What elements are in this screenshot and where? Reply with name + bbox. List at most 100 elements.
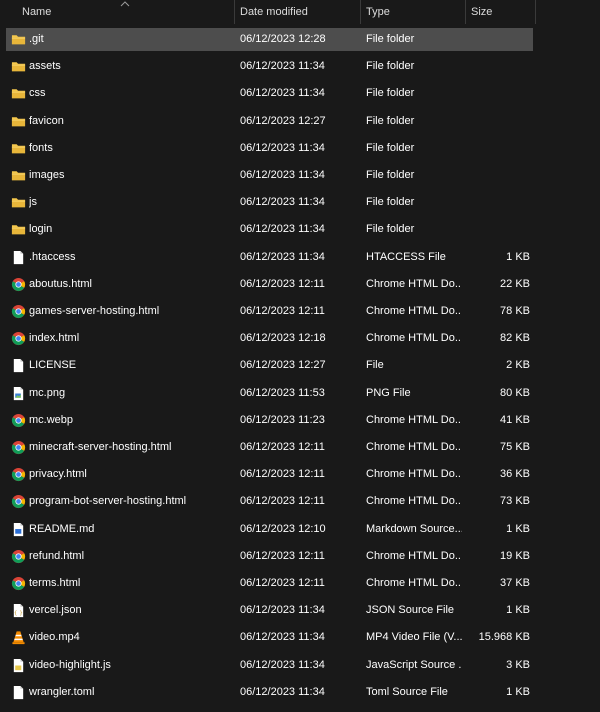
file-row[interactable]: images 06/12/2023 11:34 File folder bbox=[0, 163, 600, 190]
file-size: 1 KB bbox=[506, 522, 530, 535]
file-size: 37 KB bbox=[500, 577, 530, 589]
file-type: MP4 Video File (V... bbox=[366, 631, 462, 644]
file-row[interactable]: terms.html 06/12/2023 12:11 Chrome HTML Do… bbox=[0, 571, 600, 598]
file-size: 19 KB bbox=[500, 549, 530, 562]
file-row[interactable]: .git 06/12/2023 12:28 File folder bbox=[0, 27, 600, 54]
file-row[interactable]: .htaccess 06/12/2023 11:34 HTACCESS File 1 … bbox=[0, 245, 600, 272]
file-date-modified: 06/12/2023 11:34 bbox=[240, 60, 325, 73]
file-type: File folder bbox=[366, 114, 415, 127]
file-date-modified: 06/12/2023 11:34 bbox=[240, 196, 325, 209]
file-type: Markdown Source... bbox=[366, 522, 462, 535]
chrome-icon bbox=[11, 440, 26, 455]
file-size: 82 KB bbox=[500, 332, 530, 345]
column-header-size[interactable]: Size bbox=[471, 0, 531, 24]
file-name: video.mp4 bbox=[29, 631, 80, 644]
file-row[interactable]: minecraft-server-hosting.html 06/12/2023 … bbox=[0, 435, 600, 462]
file-row[interactable]: mc.png 06/12/2023 11:53 PNG File 80 KB bbox=[0, 381, 600, 408]
sort-ascending-icon bbox=[120, 1, 130, 7]
column-header-type[interactable]: Type bbox=[366, 0, 456, 24]
file-row[interactable]: index.html 06/12/2023 12:18 Chrome HTML Do… bbox=[0, 326, 600, 353]
file-type: Chrome HTML Do... bbox=[366, 577, 462, 589]
file-size bbox=[466, 27, 530, 52]
file-row[interactable]: video.mp4 06/12/2023 11:34 MP4 Video File … bbox=[0, 625, 600, 652]
file-row[interactable]: program-bot-server-hosting.html 06/12/202… bbox=[0, 489, 600, 516]
column-divider[interactable] bbox=[234, 0, 235, 24]
file-size: 1 KB bbox=[506, 685, 530, 698]
file-icon bbox=[11, 685, 26, 700]
file-row[interactable]: assets 06/12/2023 11:34 File folder bbox=[0, 54, 600, 81]
column-divider[interactable] bbox=[360, 0, 361, 24]
file-row[interactable]: refund.html 06/12/2023 12:11 Chrome HTML D… bbox=[0, 544, 600, 571]
file-size bbox=[466, 54, 530, 79]
file-date-modified: 06/12/2023 11:34 bbox=[240, 250, 325, 263]
file-name: minecraft-server-hosting.html bbox=[29, 441, 172, 453]
file-type: File folder bbox=[366, 33, 415, 45]
file-row[interactable]: { } vercel.json 06/12/2023 11:34 JSON Sour… bbox=[0, 598, 600, 625]
file-size: 2 KB bbox=[506, 359, 530, 372]
file-type: File folder bbox=[366, 223, 415, 236]
file-type: Chrome HTML Do... bbox=[366, 468, 462, 481]
file-name: css bbox=[29, 87, 46, 100]
file-date-modified: 06/12/2023 11:34 bbox=[240, 631, 325, 644]
file-size bbox=[466, 136, 530, 161]
column-header-name[interactable]: Name bbox=[22, 0, 112, 24]
file-date-modified: 06/12/2023 12:28 bbox=[240, 33, 326, 45]
markdown-file-icon bbox=[11, 522, 26, 537]
file-name: games-server-hosting.html bbox=[29, 305, 160, 317]
file-row[interactable]: login 06/12/2023 11:34 File folder bbox=[0, 217, 600, 244]
file-date-modified: 06/12/2023 12:11 bbox=[240, 495, 325, 508]
file-name: .git bbox=[29, 33, 44, 45]
folder-icon bbox=[11, 59, 26, 74]
file-name: refund.html bbox=[29, 549, 85, 562]
file-size bbox=[466, 109, 530, 134]
file-name: fonts bbox=[29, 141, 53, 154]
chrome-icon bbox=[11, 413, 26, 428]
file-date-modified: 06/12/2023 12:18 bbox=[240, 332, 326, 345]
file-size: 75 KB bbox=[500, 441, 530, 453]
file-row[interactable]: fonts 06/12/2023 11:34 File folder bbox=[0, 136, 600, 163]
chrome-icon bbox=[11, 549, 26, 564]
svg-text:{ }: { } bbox=[14, 611, 23, 617]
file-row[interactable]: favicon 06/12/2023 12:27 File folder bbox=[0, 109, 600, 136]
folder-icon bbox=[11, 32, 26, 47]
file-name: aboutus.html bbox=[29, 277, 92, 290]
folder-icon bbox=[11, 168, 26, 183]
js-file-icon bbox=[11, 658, 26, 673]
file-date-modified: 06/12/2023 11:34 bbox=[240, 223, 325, 236]
file-size: 73 KB bbox=[500, 495, 530, 508]
file-date-modified: 06/12/2023 11:34 bbox=[240, 604, 325, 617]
file-row[interactable]: wrangler.toml 06/12/2023 11:34 Toml Source… bbox=[0, 680, 600, 707]
column-divider[interactable] bbox=[465, 0, 466, 24]
file-name: README.md bbox=[29, 522, 95, 535]
file-name: terms.html bbox=[29, 577, 81, 589]
file-date-modified: 06/12/2023 12:11 bbox=[240, 305, 325, 317]
file-type: Chrome HTML Do... bbox=[366, 332, 462, 345]
file-row[interactable]: aboutus.html 06/12/2023 12:11 Chrome HTML … bbox=[0, 272, 600, 299]
file-name: privacy.html bbox=[29, 468, 87, 481]
chrome-icon bbox=[11, 576, 26, 591]
file-name: login bbox=[29, 223, 53, 236]
file-date-modified: 06/12/2023 12:27 bbox=[240, 359, 326, 372]
file-date-modified: 06/12/2023 12:11 bbox=[240, 441, 325, 453]
column-header-date-modified[interactable]: Date modified bbox=[240, 0, 350, 24]
file-type: PNG File bbox=[366, 386, 411, 399]
file-row[interactable]: css 06/12/2023 11:34 File folder bbox=[0, 81, 600, 108]
file-size: 22 KB bbox=[500, 277, 530, 290]
file-row[interactable]: mc.webp 06/12/2023 11:23 Chrome HTML Do...… bbox=[0, 408, 600, 435]
column-divider[interactable] bbox=[535, 0, 536, 24]
file-name: video-highlight.js bbox=[29, 658, 111, 671]
file-date-modified: 06/12/2023 11:34 bbox=[240, 141, 325, 154]
file-date-modified: 06/12/2023 12:10 bbox=[240, 522, 326, 535]
file-row[interactable]: privacy.html 06/12/2023 12:11 Chrome HTML … bbox=[0, 462, 600, 489]
file-row[interactable]: LICENSE 06/12/2023 12:27 File 2 KB bbox=[0, 353, 600, 380]
file-name: mc.png bbox=[29, 386, 66, 399]
file-type: File folder bbox=[366, 87, 415, 100]
file-type: File folder bbox=[366, 169, 415, 181]
file-date-modified: 06/12/2023 11:53 bbox=[240, 386, 325, 399]
file-row[interactable]: README.md 06/12/2023 12:10 Markdown Source… bbox=[0, 517, 600, 544]
file-name: program-bot-server-hosting.html bbox=[29, 495, 187, 508]
file-row[interactable]: js 06/12/2023 11:34 File folder bbox=[0, 190, 600, 217]
file-type: HTACCESS File bbox=[366, 250, 446, 263]
file-row[interactable]: games-server-hosting.html 06/12/2023 12:1… bbox=[0, 299, 600, 326]
file-row[interactable]: video-highlight.js 06/12/2023 11:34 JavaSc… bbox=[0, 653, 600, 680]
